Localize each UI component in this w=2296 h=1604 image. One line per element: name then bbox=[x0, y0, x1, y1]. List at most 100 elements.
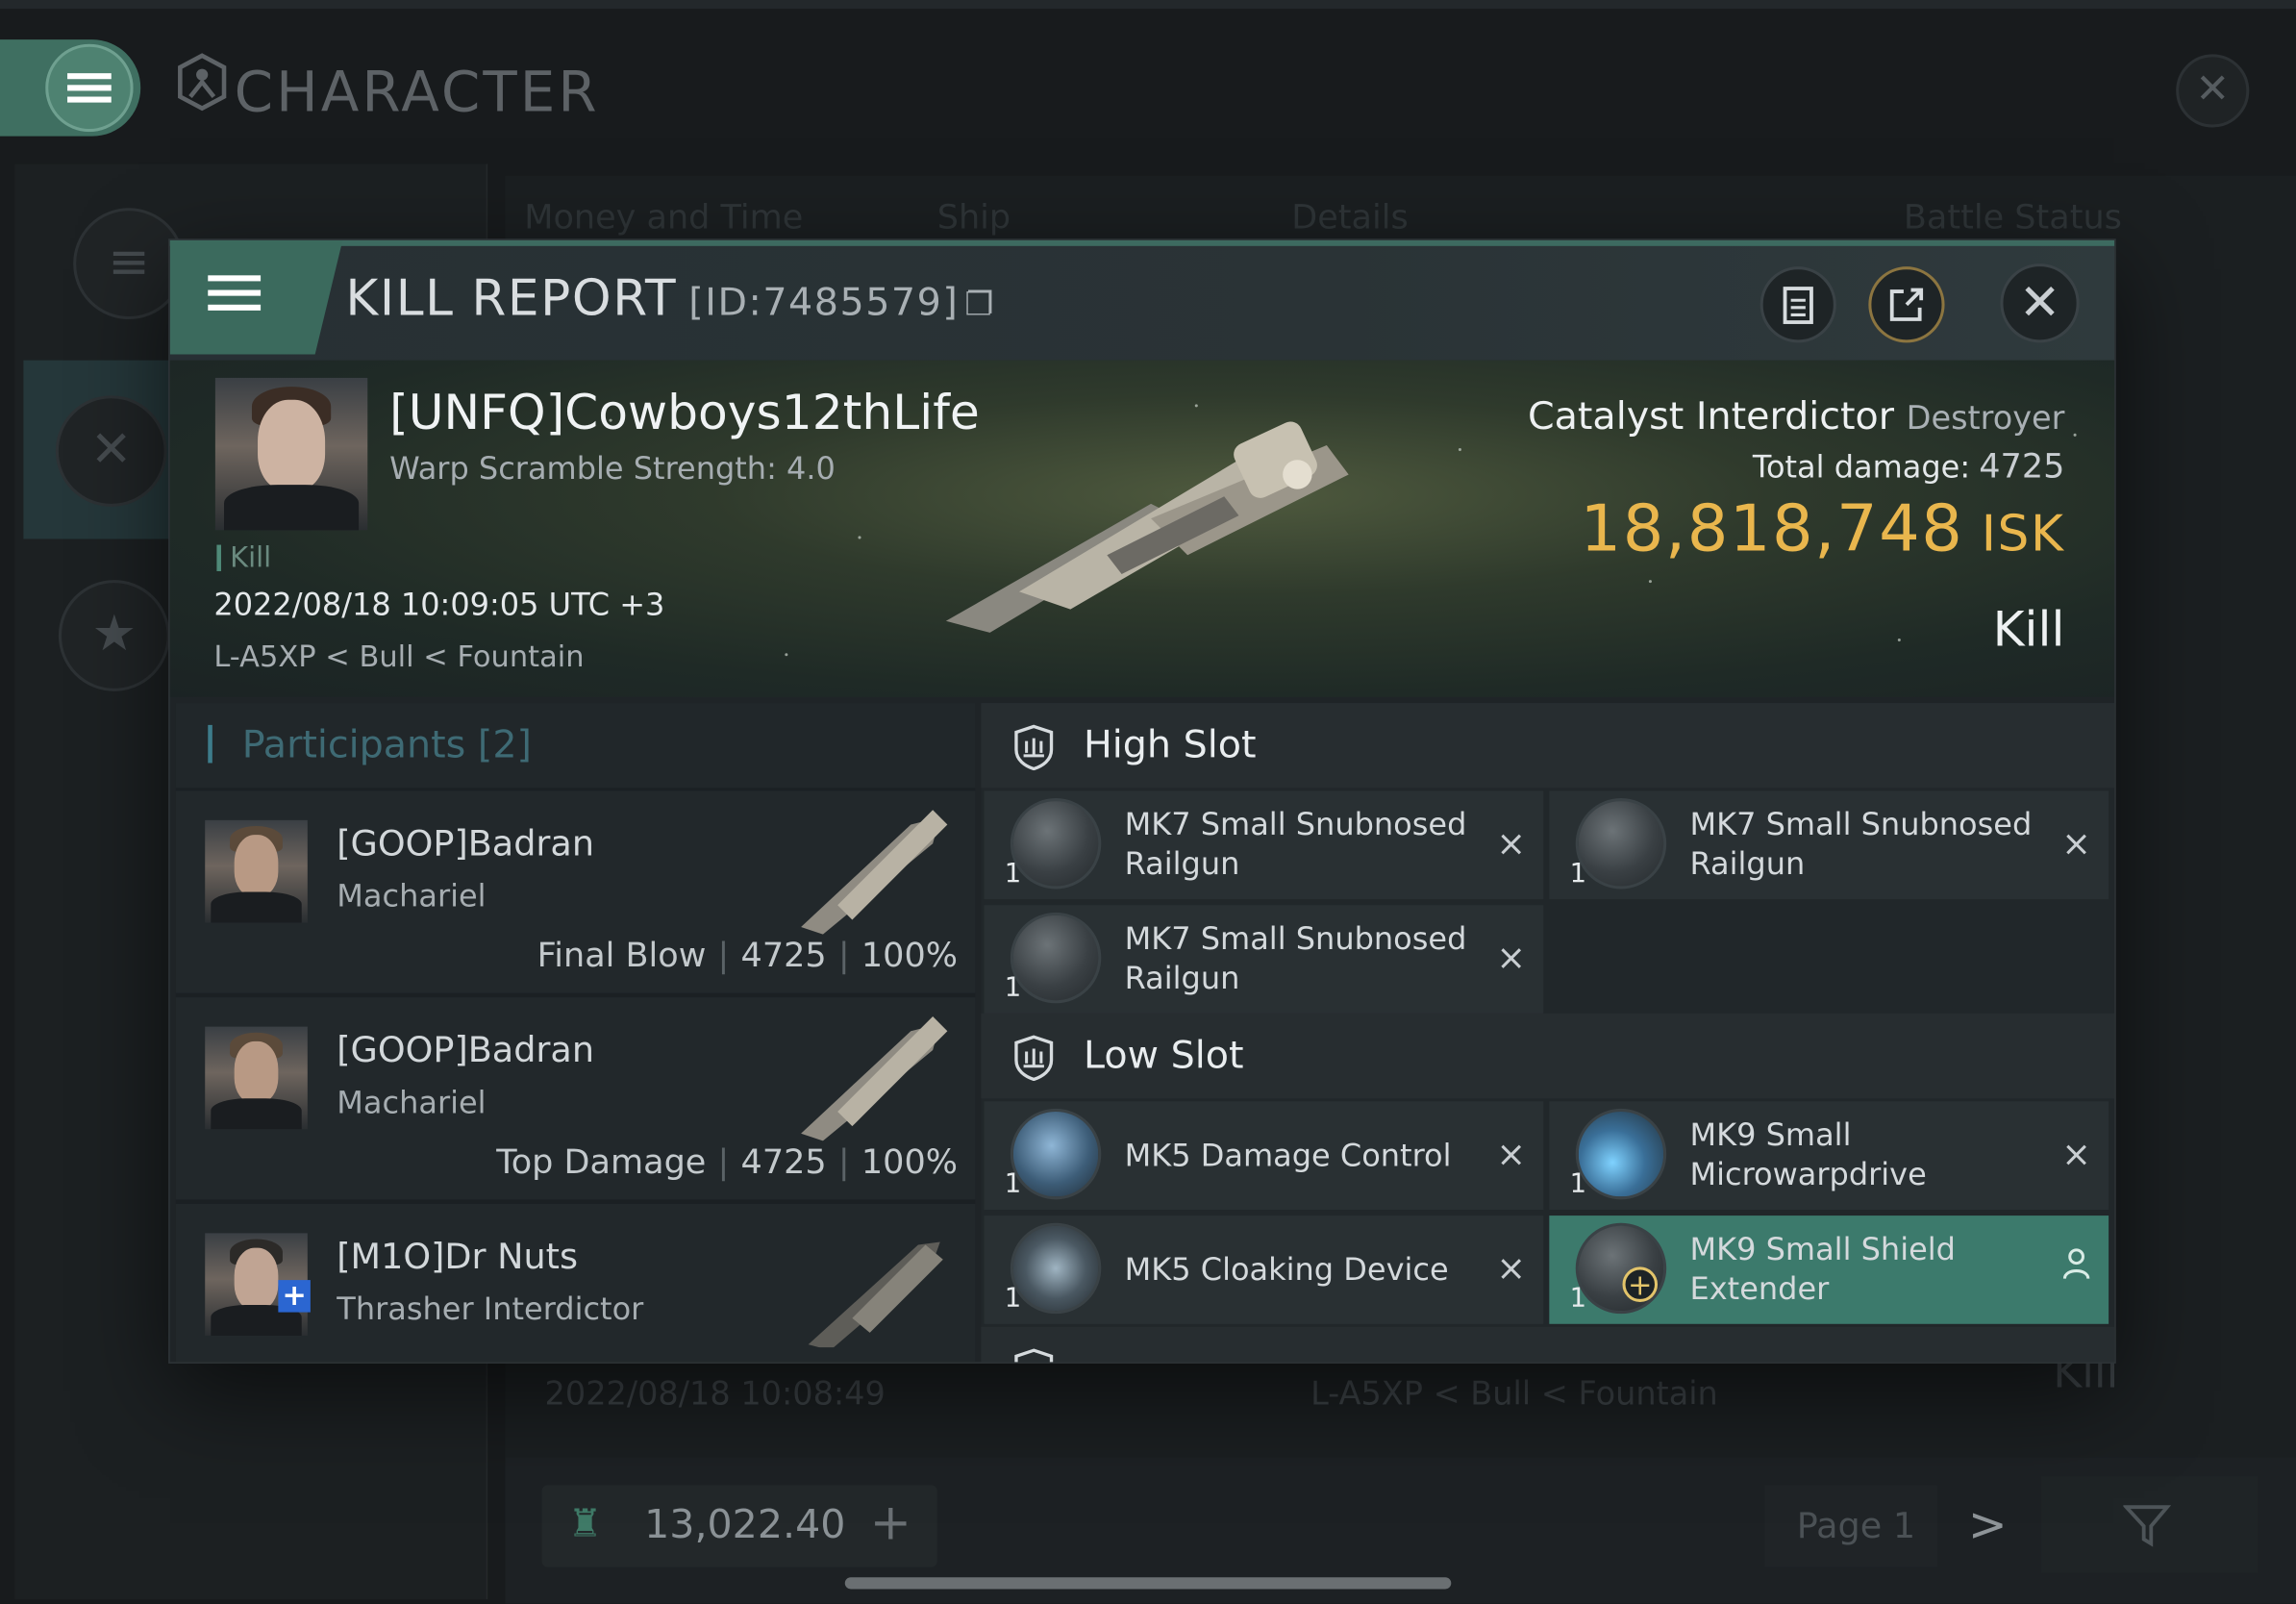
victim-ship-image bbox=[945, 421, 1349, 633]
isk-icon: ♜ bbox=[567, 1502, 603, 1547]
window-title: CHARACTER bbox=[176, 53, 600, 125]
low-slot-icon bbox=[1014, 1035, 1054, 1081]
participant-ship-image bbox=[801, 810, 948, 935]
total-damage-value: 4725 bbox=[1979, 448, 2065, 487]
high-slot-header: High Slot bbox=[981, 703, 2115, 789]
module-name: MK5 Cloaking Device bbox=[1124, 1252, 1449, 1288]
high-slot-icon bbox=[1014, 724, 1054, 771]
victim-ship-name[interactable]: Catalyst Interdictor bbox=[1528, 395, 1894, 439]
isk-unit: ISK bbox=[1981, 505, 2065, 564]
crossed-swords-icon: ✕ bbox=[55, 395, 167, 507]
tab-ship[interactable]: Ship bbox=[937, 199, 1011, 238]
share-icon[interactable] bbox=[1868, 266, 1945, 343]
menu-icon bbox=[45, 44, 133, 132]
row-date: 2022/08/18 10:08:49 bbox=[544, 1376, 886, 1414]
module-item[interactable]: 1 MK5 Cloaking Device × bbox=[984, 1216, 1544, 1324]
kill-location: L-A5XP < Bull < Fountain bbox=[213, 639, 585, 674]
victim-portrait[interactable] bbox=[214, 377, 368, 531]
clipboard-icon[interactable] bbox=[1759, 266, 1836, 343]
dialog-title: KILL REPORT [ID:7485579] ❐ bbox=[345, 269, 995, 328]
module-item[interactable]: 1 MK7 Small Snubnosed Railgun × bbox=[984, 790, 1544, 900]
kill-tag: Kill bbox=[216, 542, 271, 575]
kill-report-dialog: KILL REPORT [ID:7485579] ❐ ✕ [UNFQ]Cowboys… bbox=[169, 239, 2115, 1363]
victim-ship-class: Destroyer bbox=[1906, 401, 2065, 439]
top-damage-label: Top Damage bbox=[496, 1143, 707, 1183]
close-icon[interactable]: ✕ bbox=[2176, 54, 2250, 128]
plus-circle-icon: + bbox=[1622, 1266, 1659, 1302]
railgun-icon bbox=[1010, 798, 1102, 890]
participant-row[interactable]: [GOOP]Badran Machariel Final Blow | 4725 | 1… bbox=[175, 790, 976, 993]
module-qty: 1 bbox=[1569, 858, 1587, 890]
participant-name: [GOOP]Badran bbox=[337, 822, 595, 865]
victim-name[interactable]: [UNFQ]Cowboys12thLife bbox=[389, 384, 980, 440]
high-slot-title: High Slot bbox=[1084, 723, 1257, 768]
main-menu-button[interactable] bbox=[45, 43, 134, 133]
module-item[interactable]: 1 MK7 Small Snubnosed Railgun × bbox=[984, 905, 1544, 1014]
fitting-slots-panel: High Slot 1 MK7 Small Snubnosed Railgun … bbox=[981, 703, 2115, 1363]
tab-details[interactable]: Details bbox=[1291, 199, 1408, 238]
low-slot-title: Low Slot bbox=[1084, 1034, 1244, 1078]
menu-icon bbox=[170, 240, 316, 355]
participant-ship: Thrasher Interdictor bbox=[337, 1291, 644, 1327]
participant-stats: Top Damage | 4725 | 100% bbox=[496, 1143, 959, 1183]
final-blow-label: Final Blow bbox=[537, 937, 707, 976]
copy-icon[interactable]: ❐ bbox=[964, 288, 995, 324]
participant-portrait bbox=[205, 1026, 308, 1130]
railgun-icon bbox=[1575, 798, 1667, 890]
character-icon bbox=[176, 53, 235, 125]
mid-slot-header bbox=[981, 1326, 2115, 1363]
module-item[interactable]: 1 MK5 Damage Control × bbox=[984, 1101, 1544, 1210]
participant-ship: Machariel bbox=[337, 1085, 487, 1121]
dialog-menu-button[interactable] bbox=[169, 239, 343, 355]
module-qty: 1 bbox=[1569, 1283, 1587, 1315]
participants-title-text: Participants bbox=[241, 723, 466, 768]
participant-stats: Final Blow | 4725 | 100% bbox=[537, 937, 959, 976]
participant-damage: 4725 bbox=[740, 1143, 827, 1183]
filter-button[interactable] bbox=[2041, 1476, 2259, 1573]
participant-ship-image bbox=[801, 1015, 948, 1141]
filter-icon bbox=[2123, 1505, 2172, 1547]
destroyed-icon: × bbox=[1496, 1133, 1526, 1175]
module-qty: 1 bbox=[1004, 1283, 1022, 1315]
total-damage-label: Total damage: bbox=[1752, 449, 1971, 486]
isk-balance: 13,022.40 bbox=[644, 1502, 846, 1548]
sidebar-item-battle[interactable]: ✕ bbox=[23, 360, 185, 539]
participant-name: [GOOP]Badran bbox=[337, 1029, 595, 1071]
participants-panel: Participants [2] [GOOP]Badran Machariel … bbox=[175, 703, 976, 1363]
participant-row[interactable]: + [M1O]Dr Nuts Thrasher Interdictor bbox=[175, 1203, 976, 1363]
victim-ship: Catalyst Interdictor Destroyer bbox=[1528, 395, 2064, 439]
tab-battle-status[interactable]: Battle Status bbox=[1904, 199, 2122, 238]
page-indicator: Page 1 bbox=[1764, 1485, 1937, 1567]
close-icon[interactable]: ✕ bbox=[2000, 263, 2080, 343]
isk-balance-box: ♜ 13,022.40 + bbox=[541, 1485, 937, 1567]
participant-name: [M1O]Dr Nuts bbox=[337, 1236, 579, 1278]
list-icon[interactable]: ≡ bbox=[73, 208, 185, 320]
isk-value: 18,818,748 ISK bbox=[1581, 492, 2065, 567]
module-item[interactable]: 1 MK7 Small Snubnosed Railgun × bbox=[1549, 790, 2109, 900]
plus-icon[interactable]: + bbox=[870, 1493, 911, 1552]
module-item-dropped[interactable]: + 1 MK9 Small Shield Extender bbox=[1549, 1216, 2109, 1324]
person-icon[interactable] bbox=[2061, 1248, 2090, 1290]
destroyed-icon: × bbox=[1496, 1247, 1526, 1290]
module-qty: 1 bbox=[1004, 972, 1022, 1004]
star-badge-icon[interactable]: ★ bbox=[58, 580, 170, 691]
total-damage: Total damage: 4725 bbox=[1753, 448, 2065, 487]
tab-money-time[interactable]: Money and Time bbox=[524, 199, 803, 238]
participant-ship: Machariel bbox=[337, 878, 487, 915]
chevron-right-icon[interactable]: > bbox=[1968, 1497, 2008, 1553]
kill-result: Kill bbox=[1992, 600, 2065, 658]
report-id: [ID:7485579] bbox=[688, 281, 960, 326]
kill-datetime: 2022/08/18 10:09:05 UTC +3 bbox=[213, 587, 665, 623]
module-name: MK7 Small Snubnosed Railgun bbox=[1689, 807, 2033, 882]
module-item[interactable]: 1 MK9 Small Microwarpdrive × bbox=[1549, 1101, 2109, 1210]
participant-portrait bbox=[205, 819, 308, 923]
scroll-indicator[interactable] bbox=[844, 1577, 1452, 1590]
cloaking-device-icon bbox=[1010, 1222, 1102, 1315]
plus-badge-icon: + bbox=[278, 1280, 311, 1313]
participant-row[interactable]: [GOOP]Badran Machariel Top Damage | 4725 | 1… bbox=[175, 997, 976, 1200]
module-name: MK7 Small Snubnosed Railgun bbox=[1124, 807, 1467, 882]
participant-ship-image bbox=[808, 1241, 943, 1348]
low-slot-header: Low Slot bbox=[981, 1013, 2115, 1099]
shield-extender-icon: + bbox=[1575, 1222, 1667, 1315]
dialog-title-text: KILL REPORT bbox=[345, 269, 678, 329]
